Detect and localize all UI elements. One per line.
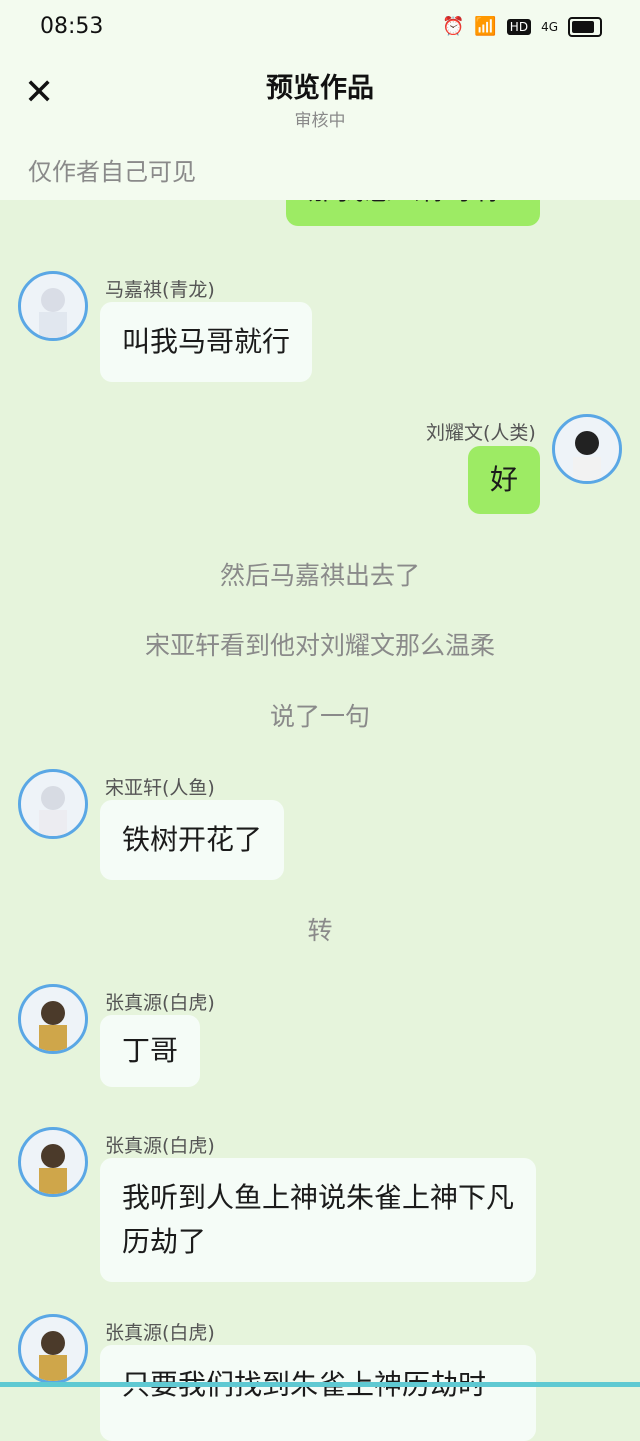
sender-name: 张真源(白虎) <box>105 992 215 1014</box>
message-text: 我听到人鱼上神说朱雀上神下凡历劫了 <box>122 1181 515 1258</box>
avatar[interactable] <box>552 414 622 484</box>
status-time: 08:53 <box>40 14 104 39</box>
avatar-image <box>39 1144 67 1194</box>
message-text: 丁哥 <box>122 1034 179 1067</box>
avatar[interactable] <box>18 271 88 341</box>
header: 08:53 ⏰ 📶 HD 4G ✕ 预览作品 审核中 仅作者自己可见 <box>0 0 640 200</box>
sender-name: 宋亚轩(人鱼) <box>105 777 215 799</box>
wifi-icon: 📶 <box>474 16 497 37</box>
message-bubble[interactable]: 我听到人鱼上神说朱雀上神下凡历劫了 <box>100 1158 536 1282</box>
message-text: 叫我马哥就行 <box>122 325 291 358</box>
message-bubble[interactable]: 叫我马哥就行 <box>100 302 313 382</box>
avatar[interactable] <box>18 1314 88 1384</box>
status-icons: ⏰ 📶 HD 4G <box>442 16 602 37</box>
hd-icon: HD <box>506 18 532 35</box>
review-status: 审核中 <box>294 111 346 131</box>
message-text: 铁树开花了 <box>122 823 263 856</box>
narration-text: 然后马嘉祺出去了 <box>219 561 420 590</box>
status-bar: 08:53 ⏰ 📶 HD 4G <box>0 0 640 56</box>
avatar-image <box>39 1331 67 1381</box>
page-title: 预览作品 <box>266 73 374 104</box>
avatar-image <box>573 431 601 481</box>
message-bubble[interactable]: 只要我们找到朱雀上神历劫时 <box>100 1345 536 1441</box>
avatar-image <box>39 288 67 338</box>
message-text: 好 <box>490 463 519 496</box>
narration-text: 说了一句 <box>269 702 370 731</box>
avatar[interactable] <box>18 1127 88 1197</box>
sender-name: 张真源(白虎) <box>105 1322 215 1344</box>
avatar-image <box>39 1001 67 1051</box>
alarm-icon: ⏰ <box>441 16 465 37</box>
signal-icon: 4G <box>541 19 558 34</box>
narration-text: 宋亚轩看到他对刘耀文那么温柔 <box>144 631 495 660</box>
message-bubble[interactable]: 铁树开花了 <box>100 800 285 880</box>
bottom-indicator <box>0 1382 640 1387</box>
sender-name: 刘耀文(人类) <box>426 422 536 444</box>
visibility-note: 仅作者自己可见 <box>28 158 196 186</box>
avatar-image <box>39 786 67 836</box>
sender-name: 马嘉祺(青龙) <box>105 279 215 301</box>
avatar[interactable] <box>18 769 88 839</box>
sender-name: 张真源(白虎) <box>105 1135 215 1157</box>
narration-text: 转 <box>307 916 333 945</box>
battery-icon <box>568 16 602 37</box>
message-bubble[interactable]: 丁哥 <box>100 1015 201 1087</box>
chat-area[interactable]: 那我怎么称呼你 马嘉祺(青龙) 叫我马哥就行 刘耀文(人类) 好 然后马嘉祺出去… <box>0 0 640 1441</box>
message-bubble[interactable]: 好 <box>468 446 541 514</box>
avatar[interactable] <box>18 984 88 1054</box>
